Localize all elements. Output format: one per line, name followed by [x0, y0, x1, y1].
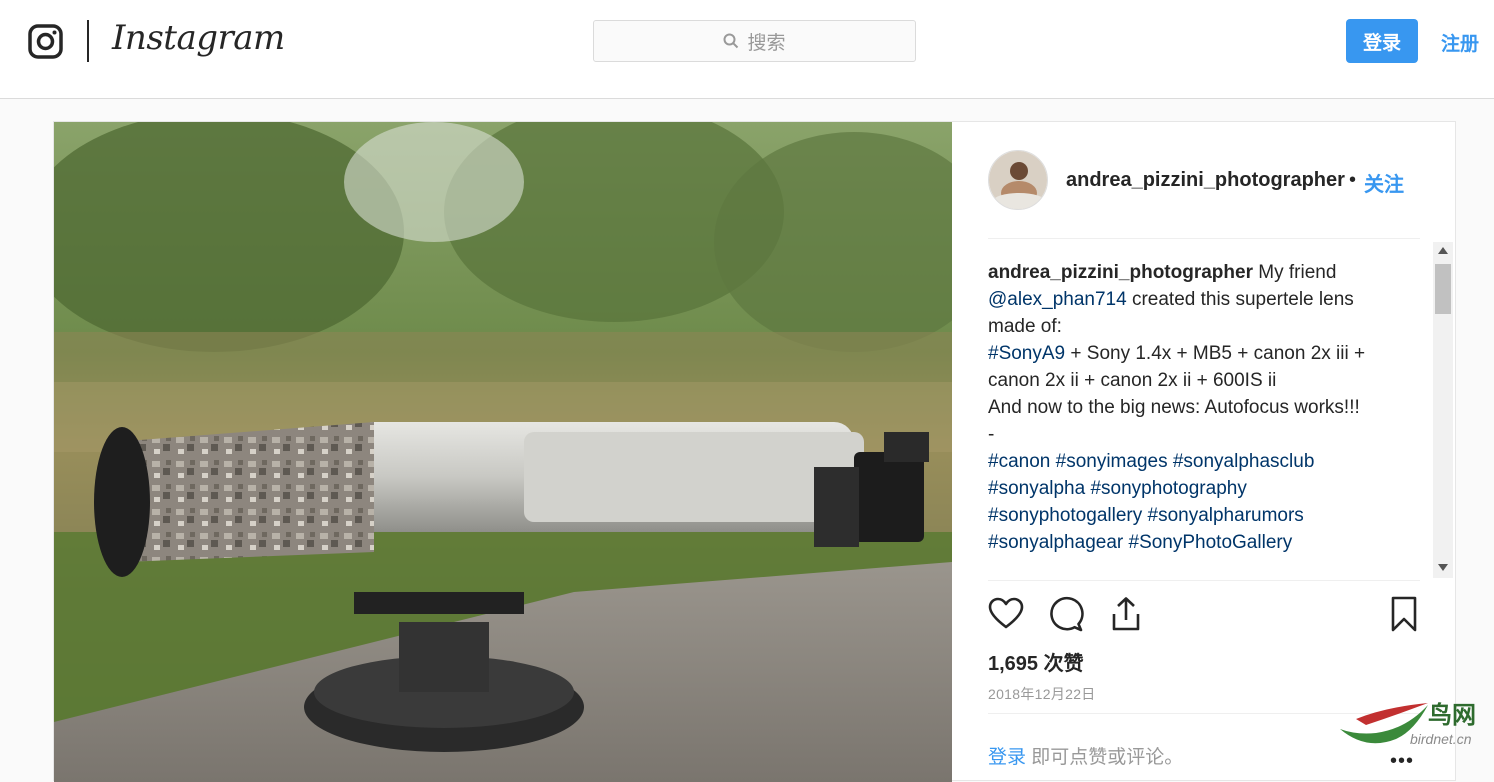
hashtag-link[interactable]: #SonyA9: [988, 343, 1065, 364]
instagram-wordmark[interactable]: Instagram: [112, 18, 285, 58]
bookmark-icon[interactable]: [1386, 596, 1422, 632]
watermark-domain: birdnet.cn: [1410, 731, 1472, 747]
caption-author[interactable]: andrea_pizzini_photographer: [988, 262, 1253, 283]
birdnet-watermark: 鸟网 birdnet.cn: [1336, 695, 1486, 755]
divider: [988, 580, 1420, 581]
scroll-up-arrow-icon[interactable]: [1438, 247, 1448, 254]
hashtag-link[interactable]: #SonyPhotoGallery: [1129, 532, 1293, 553]
share-icon[interactable]: [1108, 596, 1144, 632]
comment-login-prompt: 登录 即可点赞或评论。: [988, 742, 1183, 769]
hashtag-link[interactable]: #sonyphotography: [1090, 478, 1246, 499]
caption-text: And now to the big news: Autofocus works…: [988, 397, 1360, 418]
search-icon: [723, 33, 739, 49]
comment-login-link[interactable]: 登录: [988, 747, 1026, 768]
caption-scroll-area[interactable]: andrea_pizzini_photographer My friend @a…: [988, 239, 1420, 579]
likes-count[interactable]: 1,695 次赞: [988, 647, 1084, 676]
search-input[interactable]: 搜索: [593, 20, 916, 62]
hashtag-link[interactable]: #sonyalpha: [988, 478, 1085, 499]
hashtag-link[interactable]: #sonyalphasclub: [1173, 451, 1315, 472]
login-button[interactable]: 登录: [1346, 19, 1418, 63]
mention-link[interactable]: @alex_phan714: [988, 289, 1127, 310]
instagram-camera-icon[interactable]: [28, 24, 63, 59]
caption-text: -: [988, 424, 995, 445]
watermark-title: 鸟网: [1428, 702, 1476, 729]
author-separator: •: [1349, 169, 1357, 191]
follow-button[interactable]: 关注: [1364, 168, 1404, 197]
caption-scrollbar[interactable]: [1433, 242, 1453, 578]
comment-icon[interactable]: [1048, 596, 1084, 632]
post-author-name[interactable]: andrea_pizzini_photographer: [1066, 169, 1345, 192]
post-photo[interactable]: [54, 122, 952, 782]
signup-link[interactable]: 注册: [1441, 29, 1479, 56]
search-placeholder: 搜索: [747, 32, 786, 54]
post-date[interactable]: 2018年12月22日: [988, 684, 1096, 704]
hashtag-link[interactable]: #sonyimages: [1056, 451, 1168, 472]
avatar[interactable]: [988, 150, 1048, 210]
post-caption: andrea_pizzini_photographer My friend @a…: [988, 239, 1420, 556]
logo-divider: [87, 20, 89, 62]
scroll-down-arrow-icon[interactable]: [1438, 564, 1448, 571]
heart-icon[interactable]: [988, 596, 1024, 632]
post-sidebar: andrea_pizzini_photographer • 关注 andrea_…: [952, 122, 1456, 782]
hashtag-link[interactable]: #sonyphotogallery: [988, 505, 1142, 526]
hashtag-link[interactable]: #sonyalpharumors: [1148, 505, 1304, 526]
top-navigation-bar: Instagram 搜索 登录 注册: [0, 0, 1494, 99]
hashtag-link[interactable]: #sonyalphagear: [988, 532, 1123, 553]
comment-prompt-text: 即可点赞或评论。: [1026, 747, 1184, 768]
hashtag-link[interactable]: #canon: [988, 451, 1050, 472]
post-card: andrea_pizzini_photographer • 关注 andrea_…: [53, 121, 1456, 782]
caption-text: My friend: [1252, 262, 1337, 283]
scrollbar-thumb[interactable]: [1435, 264, 1451, 314]
